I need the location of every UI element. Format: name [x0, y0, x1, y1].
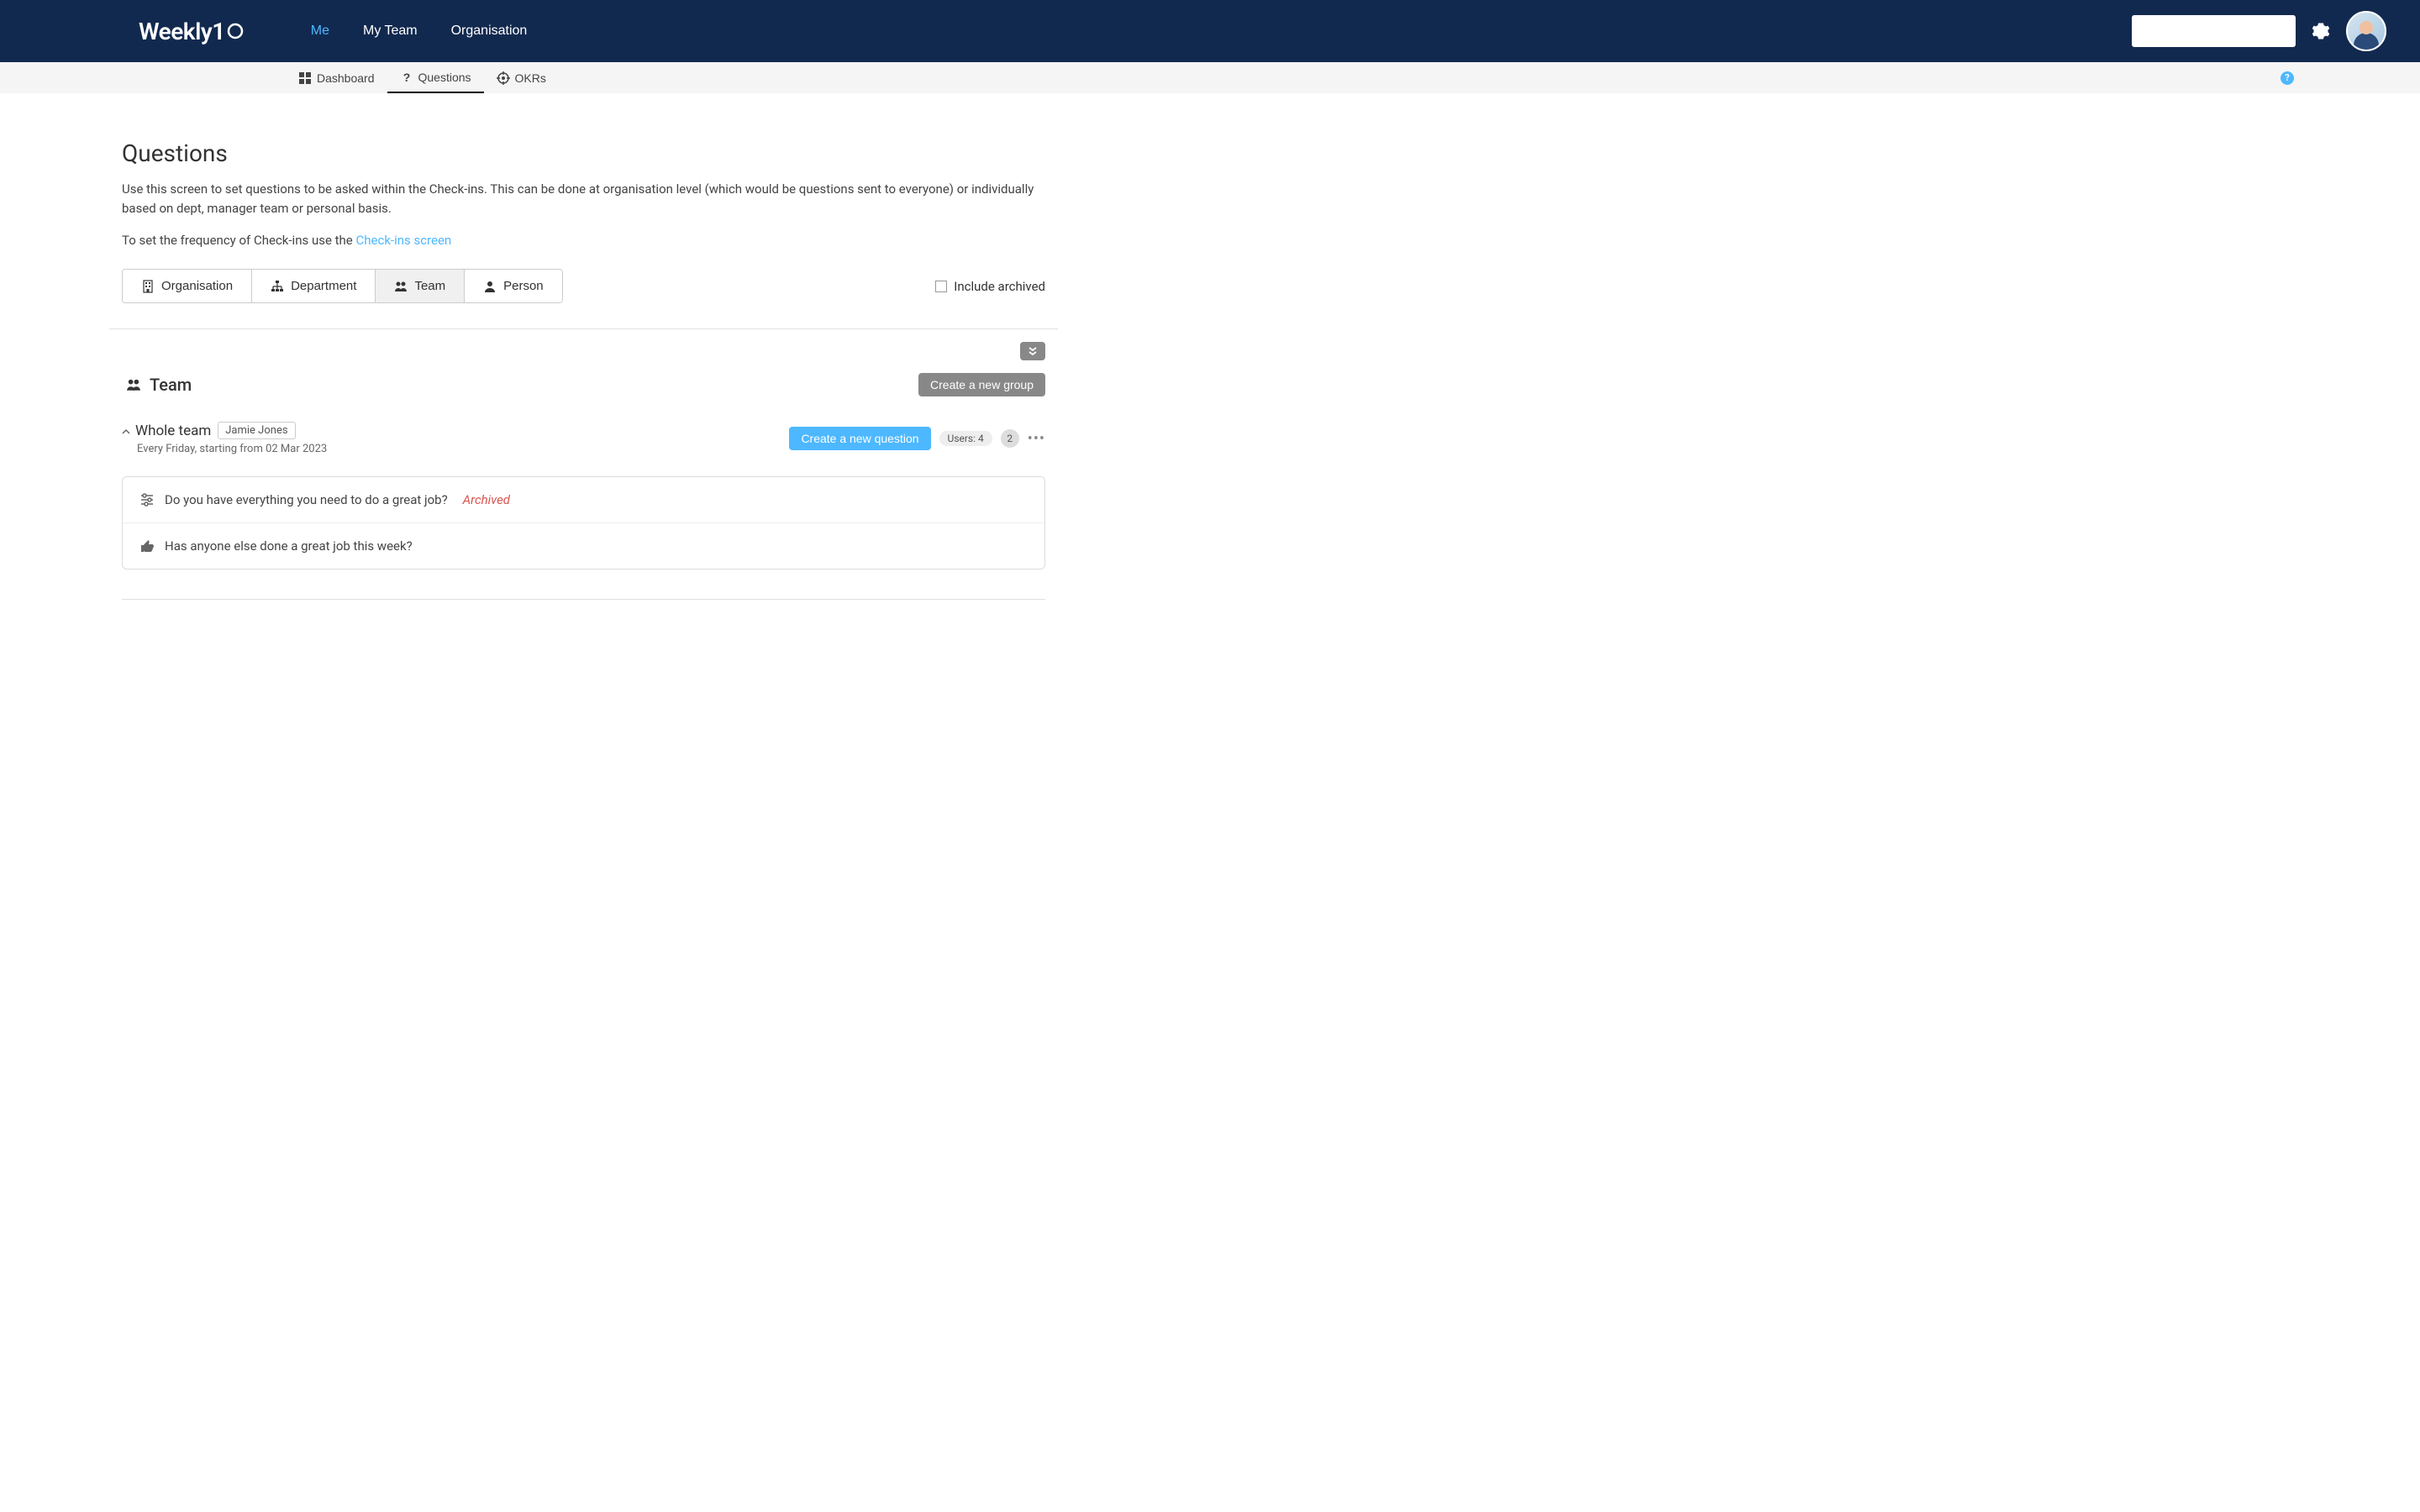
include-archived-checkbox[interactable]: [935, 281, 947, 292]
group-actions: Create a new question Users: 4 2 •••: [789, 427, 1045, 450]
help-icon[interactable]: ?: [2281, 71, 2294, 85]
archived-label: Archived: [463, 492, 510, 507]
subnav-questions-label: Questions: [418, 71, 471, 84]
top-header: Weekly1 Me My Team Organisation: [0, 0, 2420, 62]
count-badge: 2: [1001, 429, 1019, 448]
filter-department-label: Department: [291, 279, 356, 293]
bottom-divider: [122, 599, 1045, 600]
subnav-dashboard[interactable]: Dashboard: [286, 62, 387, 93]
users-icon: [126, 377, 141, 392]
checkins-link[interactable]: Check-ins screen: [355, 233, 451, 248]
group-owner-tag: Jamie Jones: [218, 422, 295, 439]
group-header: Whole team Jamie Jones Every Friday, sta…: [122, 422, 1045, 455]
double-chevron-down-icon: [1027, 345, 1039, 357]
filter-department[interactable]: Department: [252, 270, 376, 302]
group-name-row: Whole team Jamie Jones: [135, 422, 789, 439]
filter-tabs: Organisation Department Team Person: [122, 269, 563, 303]
collapse-chevron-icon[interactable]: [122, 423, 130, 439]
subnav-questions[interactable]: ? Questions: [387, 62, 484, 93]
nav-organisation[interactable]: Organisation: [434, 24, 544, 39]
nav-me[interactable]: Me: [294, 24, 346, 39]
search-input[interactable]: [2140, 24, 2292, 38]
include-archived[interactable]: Include archived: [935, 279, 1045, 294]
users-icon: [394, 280, 408, 293]
question-text: Do you have everything you need to do a …: [165, 492, 448, 507]
nav-my-team[interactable]: My Team: [346, 24, 434, 39]
filter-team-label: Team: [414, 279, 445, 293]
header-right: [2132, 11, 2386, 51]
question-text: Has anyone else done a great job this we…: [165, 538, 413, 554]
questions-list: Do you have everything you need to do a …: [122, 476, 1045, 570]
create-question-button[interactable]: Create a new question: [789, 427, 930, 450]
section-title-label: Team: [150, 375, 192, 395]
question-item[interactable]: Do you have everything you need to do a …: [123, 477, 1044, 523]
logo-circle-icon: [227, 23, 244, 39]
target-icon: [497, 71, 510, 85]
question-item[interactable]: Has anyone else done a great job this we…: [123, 523, 1044, 569]
group-schedule: Every Friday, starting from 02 Mar 2023: [137, 443, 789, 455]
group-info: Whole team Jamie Jones Every Friday, sta…: [135, 422, 789, 455]
page-title: Questions: [122, 139, 1045, 167]
question-icon: ?: [400, 71, 413, 84]
users-badge: Users: 4: [939, 431, 992, 446]
search-box[interactable]: [2132, 15, 2296, 47]
building-icon: [141, 280, 155, 293]
thumbs-up-icon: [139, 538, 155, 554]
filter-person[interactable]: Person: [465, 270, 562, 302]
expand-all-button[interactable]: [1020, 342, 1045, 360]
filter-person-label: Person: [503, 279, 544, 293]
filter-team[interactable]: Team: [376, 270, 465, 302]
filter-organisation[interactable]: Organisation: [123, 270, 252, 302]
filter-row: Organisation Department Team Person Incl…: [122, 269, 1045, 303]
avatar[interactable]: [2346, 11, 2386, 51]
more-icon[interactable]: •••: [1028, 430, 1045, 448]
sitemap-icon: [271, 280, 284, 293]
section-header: Team Create a new group: [122, 373, 1045, 396]
frequency-text: To set the frequency of Check-ins use th…: [122, 233, 1045, 248]
sliders-icon: [139, 492, 155, 507]
frequency-prefix: To set the frequency of Check-ins use th…: [122, 233, 355, 248]
filter-organisation-label: Organisation: [161, 279, 233, 293]
subnav-dashboard-label: Dashboard: [317, 71, 375, 85]
subnav-okrs[interactable]: OKRs: [484, 62, 559, 93]
gear-icon[interactable]: [2312, 23, 2329, 39]
section-title: Team: [126, 375, 192, 395]
logo: Weekly1: [139, 18, 244, 45]
main-content: Questions Use this screen to set questio…: [0, 93, 1167, 633]
group-name: Whole team: [135, 423, 211, 439]
sub-nav: Dashboard ? Questions OKRs ?: [0, 62, 2420, 93]
user-icon: [483, 280, 497, 293]
create-group-button[interactable]: Create a new group: [918, 373, 1045, 396]
include-archived-label: Include archived: [954, 279, 1045, 294]
subnav-okrs-label: OKRs: [515, 71, 546, 85]
dashboard-icon: [298, 71, 312, 85]
expand-row: [122, 342, 1045, 360]
divider: [109, 328, 1058, 329]
top-nav: Me My Team Organisation: [294, 24, 544, 39]
page-description: Use this screen to set questions to be a…: [122, 180, 1045, 218]
svg-text:?: ?: [402, 71, 410, 84]
